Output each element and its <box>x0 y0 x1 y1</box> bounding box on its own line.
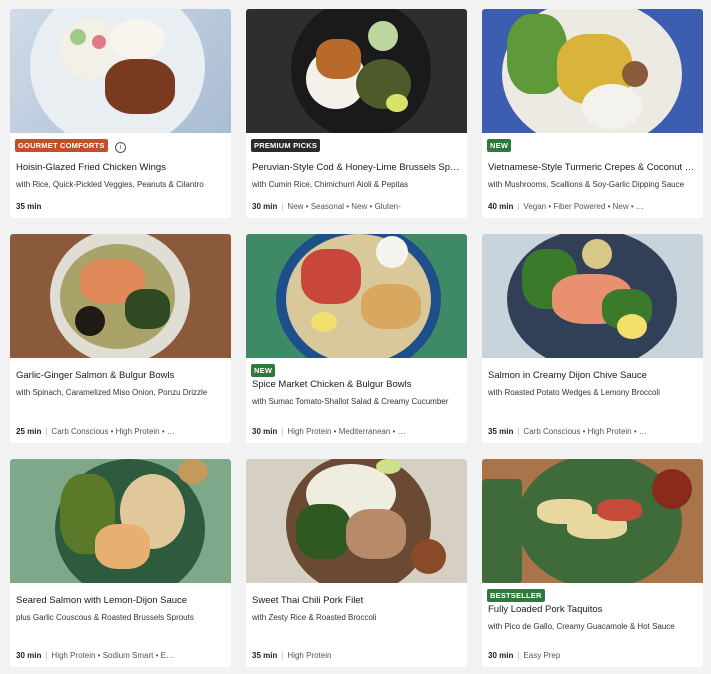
recipe-image[interactable] <box>482 9 703 133</box>
tag: High Protein <box>51 651 96 660</box>
recipe-card[interactable]: PREMIUM PICKS Peruvian-Style Cod & Honey… <box>246 9 467 218</box>
prep-time: 35 min <box>488 427 514 436</box>
prep-time: 30 min <box>488 651 514 660</box>
prep-time: 30 min <box>252 202 278 211</box>
tag: Mediterranean <box>338 427 391 436</box>
recipe-card[interactable]: Garlic-Ginger Salmon & Bulgur Bowls with… <box>10 234 231 443</box>
recipe-title[interactable]: Sweet Thai Chili Pork Filet <box>252 595 461 606</box>
recipe-meta: 30 min | Easy Prep <box>488 651 561 660</box>
recipe-image[interactable] <box>10 234 231 358</box>
recipe-image[interactable] <box>10 9 231 133</box>
recipe-title[interactable]: Garlic-Ginger Salmon & Bulgur Bowls <box>16 370 225 381</box>
recipe-card[interactable]: GOURMET COMFORTS i Hoisin-Glazed Fried C… <box>10 9 231 218</box>
recipe-meta: 30 min | New • Seasonal • New • Gluten- <box>252 202 401 211</box>
tag: High Protein <box>287 427 332 436</box>
prep-time: 40 min <box>488 202 514 211</box>
recipe-subtitle: with Spinach, Caramelized Miso Onion, Po… <box>16 388 208 397</box>
recipe-title[interactable]: Vietnamese-Style Turmeric Crepes & Cocon… <box>488 162 697 173</box>
prep-time: 35 min <box>16 202 42 211</box>
recipe-meta: 30 min | High Protein • Mediterranean • … <box>252 427 406 436</box>
tag: Gluten- <box>374 202 401 211</box>
recipe-image[interactable] <box>246 9 467 133</box>
badge: NEW <box>251 364 276 377</box>
prep-time: 35 min <box>252 651 278 660</box>
recipe-card[interactable]: BESTSELLER Fully Loaded Pork Taquitos wi… <box>482 459 703 667</box>
recipe-card[interactable]: Sweet Thai Chili Pork Filet with Zesty R… <box>246 459 467 667</box>
tag: High Protein <box>115 427 160 436</box>
tag: Fiber Powered <box>553 202 606 211</box>
recipe-title[interactable]: Seared Salmon with Lemon-Dijon Sauce <box>16 595 225 606</box>
recipe-subtitle: with Mushrooms, Scallions & Soy-Garlic D… <box>488 180 685 189</box>
tag: … <box>166 427 175 436</box>
badge: PREMIUM PICKS <box>251 139 321 152</box>
recipe-image[interactable] <box>10 459 231 583</box>
recipe-card[interactable]: Salmon in Creamy Dijon Chive Sauce with … <box>482 234 703 443</box>
prep-time: 30 min <box>16 651 42 660</box>
tag: Carb Conscious <box>51 427 109 436</box>
tag: New <box>287 202 304 211</box>
recipe-subtitle: with Zesty Rice & Roasted Broccoli <box>252 613 377 622</box>
recipe-subtitle: with Sumac Tomato-Shallot Salad & Creamy… <box>252 397 449 406</box>
recipe-card[interactable]: Seared Salmon with Lemon-Dijon Sauce plu… <box>10 459 231 667</box>
tag: New <box>351 202 368 211</box>
tag: Vegan <box>523 202 547 211</box>
recipe-subtitle: plus Garlic Couscous & Roasted Brussels … <box>16 613 194 622</box>
prep-time: 25 min <box>16 427 42 436</box>
recipe-meta: 35 min <box>16 202 225 211</box>
info-icon[interactable]: i <box>115 142 126 153</box>
tag: New <box>612 202 629 211</box>
recipe-card[interactable]: NEW Spice Market Chicken & Bulgur Bowls … <box>246 234 467 443</box>
tag: Easy Prep <box>523 651 561 660</box>
prep-time: 30 min <box>252 427 278 436</box>
recipe-subtitle: with Rice, Quick-Pickled Veggies, Peanut… <box>16 180 204 189</box>
recipe-card[interactable]: NEW Vietnamese-Style Turmeric Crepes & C… <box>482 9 703 218</box>
tag: High Protein <box>287 651 332 660</box>
badge: GOURMET COMFORTS <box>15 139 108 152</box>
badge: BESTSELLER <box>487 589 545 602</box>
tag: Sodium Smart <box>102 651 154 660</box>
recipe-title[interactable]: Salmon in Creamy Dijon Chive Sauce <box>488 370 697 381</box>
recipe-meta: 40 min | Vegan • Fiber Powered • New • … <box>488 202 644 211</box>
tag: … <box>635 202 644 211</box>
recipe-meta: 25 min | Carb Conscious • High Protein • … <box>16 427 175 436</box>
recipe-subtitle: with Cumin Rice, Chimichurri Aioli & Pep… <box>252 180 409 189</box>
recipe-image[interactable] <box>246 234 467 358</box>
recipe-subtitle: with Pico de Gallo, Creamy Guacamole & H… <box>488 622 675 631</box>
recipe-image[interactable] <box>246 459 467 583</box>
recipe-meta: 35 min | Carb Conscious • High Protein • … <box>488 427 647 436</box>
recipe-meta: 35 min | High Protein <box>252 651 332 660</box>
recipe-title[interactable]: Fully Loaded Pork Taquitos <box>488 604 697 615</box>
recipe-title[interactable]: Hoisin-Glazed Fried Chicken Wings <box>16 162 225 173</box>
tag: Seasonal <box>310 202 345 211</box>
recipe-image[interactable] <box>482 234 703 358</box>
recipe-image[interactable] <box>482 459 703 583</box>
tag: E… <box>160 651 174 660</box>
tag: … <box>397 427 406 436</box>
tag: … <box>638 427 647 436</box>
recipe-meta: 30 min | High Protein • Sodium Smart • E… <box>16 651 174 660</box>
tag: High Protein <box>587 427 632 436</box>
recipe-title[interactable]: Peruvian-Style Cod & Honey-Lime Brussels… <box>252 162 461 173</box>
tag: Carb Conscious <box>523 427 581 436</box>
badge: NEW <box>487 139 512 152</box>
recipe-subtitle: with Roasted Potato Wedges & Lemony Broc… <box>488 388 660 397</box>
recipe-title[interactable]: Spice Market Chicken & Bulgur Bowls <box>252 379 461 390</box>
